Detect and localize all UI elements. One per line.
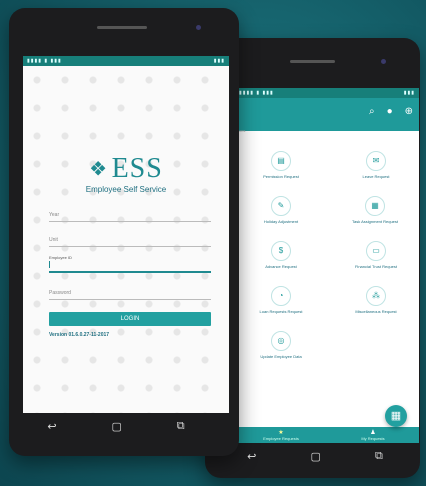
status-bar: ▮▮▮▮ ▮ ▮▮▮ ▮▮▮ bbox=[23, 56, 229, 66]
star-icon: ★ bbox=[278, 430, 284, 436]
person-icon: ♟ bbox=[370, 430, 376, 436]
task-icon: ▦ bbox=[365, 196, 385, 216]
unit-field[interactable]: Unit bbox=[49, 237, 211, 247]
earpiece bbox=[97, 26, 147, 29]
front-phone: ▮▮▮▮ ▮ ▮▮▮ ▮▮▮ ❖ ESS Employee Self Servi… bbox=[9, 8, 239, 456]
menu-miscellaneous-request[interactable]: ⁂ Miscellaneous Request bbox=[333, 285, 419, 314]
status-icons-right: ▮▮▮ bbox=[213, 58, 225, 64]
recents-nav-icon[interactable]: ⧉ bbox=[375, 450, 383, 463]
bottom-tab-bar: ★ Employee Requests ♟ My Requests bbox=[235, 427, 419, 443]
password-field[interactable]: Password bbox=[49, 290, 211, 300]
back-nav-icon[interactable]: ↩ bbox=[247, 450, 256, 463]
back-nav-bar: ↩ ▢ ⧉ bbox=[220, 448, 410, 464]
app-subtitle: Employee Self Service bbox=[85, 185, 167, 194]
dollar-icon: $ bbox=[271, 241, 291, 261]
status-icons-right: ▮▮▮ bbox=[403, 90, 415, 96]
clover-icon: ❖ bbox=[89, 158, 108, 181]
version-text: Version 01.6.0.27-11-2017 bbox=[49, 332, 110, 338]
app-bar: ⌕ ● ⊕ bbox=[235, 98, 419, 131]
card-icon: ▭ bbox=[366, 241, 386, 261]
pencil-icon: ✎ bbox=[271, 196, 291, 216]
menu-leave-request[interactable]: ✉ Leave Request bbox=[341, 150, 411, 179]
status-icons-left: ▮▮▮▮ ▮ ▮▮▮ bbox=[239, 90, 274, 96]
front-camera bbox=[381, 59, 386, 64]
login-screen: ▮▮▮▮ ▮ ▮▮▮ ▮▮▮ ❖ ESS Employee Self Servi… bbox=[23, 56, 229, 413]
home-nav-icon[interactable]: ▢ bbox=[310, 450, 320, 463]
employee-id-label: Employee ID bbox=[49, 255, 72, 260]
year-field[interactable]: Year bbox=[49, 212, 211, 222]
menu-holiday-adjustment[interactable]: ✎ Holiday Adjustment bbox=[241, 195, 321, 224]
leave-icon: ✉ bbox=[366, 151, 386, 171]
status-icons-left: ▮▮▮▮ ▮ ▮▮▮ bbox=[27, 58, 62, 64]
grid-fab-button[interactable]: ▦ bbox=[385, 405, 407, 427]
logo-text: ESS bbox=[111, 153, 163, 184]
earpiece bbox=[290, 60, 335, 63]
recents-nav-icon[interactable]: ⧉ bbox=[177, 420, 185, 433]
front-nav-bar: ↩ ▢ ⧉ bbox=[20, 416, 212, 436]
status-bar: ▮▮▮▮ ▮ ▮▮▮ ▮▮▮ bbox=[235, 88, 419, 98]
grid-icon: ▦ bbox=[390, 410, 402, 422]
section-label: ions bbox=[238, 128, 246, 133]
front-camera bbox=[196, 25, 201, 30]
tab-employee-requests[interactable]: ★ Employee Requests bbox=[235, 427, 327, 443]
app-logo: ❖ ESS bbox=[23, 153, 229, 185]
menu-advance-request[interactable]: $ Advance Request bbox=[241, 240, 321, 269]
search-icon[interactable]: ⌕ bbox=[369, 106, 375, 117]
year-placeholder: Year bbox=[49, 212, 60, 218]
menu-loan-request[interactable]: ◔ Loan Requests Request bbox=[241, 285, 321, 314]
menu-update-employee-data[interactable]: ◎ Update Employee Data bbox=[241, 330, 321, 359]
password-placeholder: Password bbox=[49, 290, 71, 296]
dashboard-screen: ▮▮▮▮ ▮ ▮▮▮ ▮▮▮ ⌕ ● ⊕ ions ▤ Permission R… bbox=[235, 88, 419, 443]
update-icon: ◎ bbox=[271, 331, 291, 351]
menu-financial-trust-request[interactable]: ▭ Financial Trust Request bbox=[333, 240, 419, 269]
menu-permission-request[interactable]: ▤ Permission Request bbox=[241, 150, 321, 179]
back-nav-icon[interactable]: ↩ bbox=[47, 420, 56, 433]
misc-icon: ⁂ bbox=[366, 286, 386, 306]
home-nav-icon[interactable]: ▢ bbox=[111, 420, 121, 433]
loan-icon: ◔ bbox=[271, 286, 291, 306]
text-cursor bbox=[49, 261, 50, 268]
login-button[interactable]: LOGIN bbox=[49, 312, 211, 326]
globe-icon[interactable]: ⊕ bbox=[405, 106, 413, 117]
tab-my-requests[interactable]: ♟ My Requests bbox=[327, 427, 419, 443]
document-icon: ▤ bbox=[271, 151, 291, 171]
settings-icon[interactable]: ● bbox=[387, 106, 393, 117]
unit-placeholder: Unit bbox=[49, 237, 58, 243]
employee-id-field[interactable]: Employee ID bbox=[49, 255, 211, 273]
menu-task-assignment-request[interactable]: ▦ Task Assignment Request bbox=[331, 195, 419, 224]
